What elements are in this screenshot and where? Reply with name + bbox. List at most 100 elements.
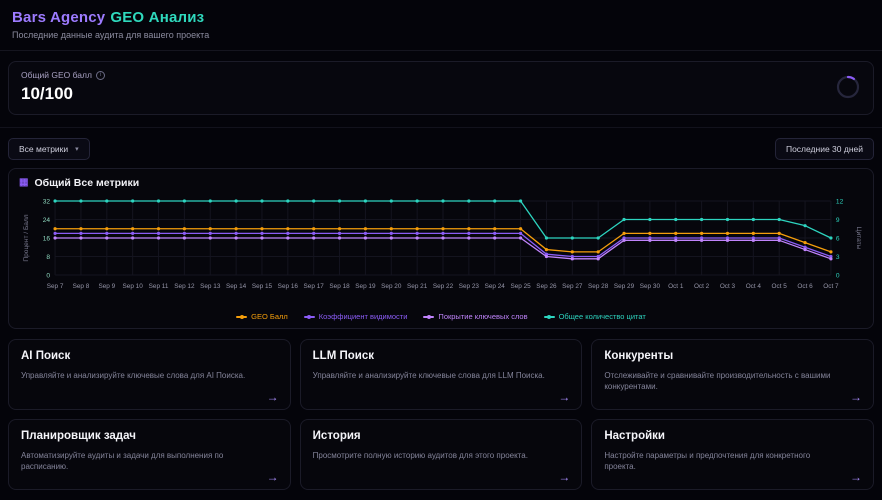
period-filter-label: Последние 30 дней — [786, 144, 863, 154]
svg-text:0: 0 — [836, 272, 840, 279]
legend-label: GEO Балл — [251, 312, 288, 321]
legend-swatch-icon — [236, 316, 247, 318]
legend-item[interactable]: Общее количество цитат — [544, 312, 646, 321]
card-history[interactable]: История Просмотрите полную историю аудит… — [300, 419, 583, 490]
legend-item[interactable]: Коэффициент видимости — [304, 312, 408, 321]
svg-text:24: 24 — [43, 217, 51, 224]
svg-text:Oct 4: Oct 4 — [746, 283, 762, 290]
card-description: Автоматизируйте аудиты и задачи для выпо… — [21, 450, 257, 472]
legend-label: Общее количество цитат — [559, 312, 646, 321]
card-task-scheduler[interactable]: Планировщик задач Автоматизируйте аудиты… — [8, 419, 291, 490]
svg-text:8: 8 — [46, 254, 50, 261]
geo-score-card: Общий GEO балл i 10/100 — [8, 61, 874, 115]
svg-text:Цитаты: Цитаты — [855, 227, 862, 250]
card-description: Управляйте и анализируйте ключевые слова… — [313, 370, 549, 381]
chart-header: ▦ Общий Все метрики — [19, 177, 863, 189]
arrow-right-icon: → — [850, 390, 862, 404]
card-title: LLM Поиск — [313, 350, 570, 362]
card-title: Планировщик задач — [21, 430, 278, 442]
svg-text:Oct 5: Oct 5 — [772, 283, 788, 290]
svg-text:Sep 12: Sep 12 — [174, 283, 195, 290]
svg-text:Sep 9: Sep 9 — [98, 283, 115, 290]
legend-label: Коэффициент видимости — [319, 312, 408, 321]
card-title: AI Поиск — [21, 350, 278, 362]
metrics-chart-card: ▦ Общий Все метрики 0 8 16 24 32 0 3 6 9 12 Sep 7 S… — [8, 168, 874, 329]
legend-label: Покрытие ключевых слов — [438, 312, 527, 321]
card-description: Настройте параметры и предпочтения для к… — [604, 450, 840, 472]
score-progress-ring-icon[interactable] — [835, 74, 861, 100]
svg-text:Oct 3: Oct 3 — [720, 283, 736, 290]
card-settings[interactable]: Настройки Настройте параметры и предпочт… — [591, 419, 874, 490]
svg-text:Sep 20: Sep 20 — [381, 283, 402, 290]
svg-text:Oct 6: Oct 6 — [797, 283, 813, 290]
card-title: История — [313, 430, 570, 442]
svg-text:9: 9 — [836, 217, 840, 224]
info-icon[interactable]: i — [96, 71, 105, 80]
section-divider — [0, 127, 882, 128]
svg-text:16: 16 — [43, 235, 51, 242]
svg-text:Oct 7: Oct 7 — [823, 283, 839, 290]
page-subtitle: Последние данные аудита для вашего проек… — [12, 30, 870, 40]
card-description: Управляйте и анализируйте ключевые слова… — [21, 370, 257, 381]
chart-legend: GEO Балл Коэффициент видимости Покрытие кл… — [19, 312, 863, 321]
svg-text:Oct 2: Oct 2 — [694, 283, 710, 290]
arrow-right-icon: → — [267, 470, 279, 484]
legend-swatch-icon — [304, 316, 315, 318]
svg-text:Sep 22: Sep 22 — [433, 283, 454, 290]
geo-score-label-row: Общий GEO балл i — [21, 70, 861, 80]
svg-text:Sep 29: Sep 29 — [614, 283, 635, 290]
card-competitors[interactable]: Конкуренты Отслеживайте и сравнивайте пр… — [591, 339, 874, 410]
svg-text:Sep 10: Sep 10 — [123, 283, 144, 290]
svg-text:6: 6 — [836, 235, 840, 242]
svg-text:Oct 1: Oct 1 — [668, 283, 684, 290]
card-ai-search[interactable]: AI Поиск Управляйте и анализируйте ключе… — [8, 339, 291, 410]
page-header: Bars AgencyGEO Анализ Последние данные а… — [0, 0, 882, 51]
card-title: Настройки — [604, 430, 861, 442]
svg-text:Sep 21: Sep 21 — [407, 283, 428, 290]
page-title: Bars AgencyGEO Анализ — [12, 9, 870, 26]
svg-text:Sep 28: Sep 28 — [588, 283, 609, 290]
card-description: Просмотрите полную историю аудитов для э… — [313, 450, 549, 461]
svg-text:Sep 30: Sep 30 — [640, 283, 661, 290]
svg-text:Sep 18: Sep 18 — [329, 283, 350, 290]
card-title: Конкуренты — [604, 350, 861, 362]
chart-controls: Все метрики ▾ Последние 30 дней — [8, 138, 874, 160]
svg-text:3: 3 — [836, 254, 840, 261]
svg-text:Sep 14: Sep 14 — [226, 283, 247, 290]
grid-icon: ▦ — [19, 178, 28, 188]
chevron-down-icon: ▾ — [75, 146, 79, 153]
svg-text:Sep 13: Sep 13 — [200, 283, 221, 290]
brand-name: Bars Agency — [12, 9, 105, 26]
geo-score-label: Общий GEO балл — [21, 70, 92, 80]
metrics-filter-label: Все метрики — [19, 144, 68, 154]
geo-score-value: 10/100 — [21, 84, 861, 104]
svg-text:12: 12 — [836, 198, 844, 205]
svg-text:0: 0 — [46, 272, 50, 279]
svg-text:Sep 25: Sep 25 — [510, 283, 531, 290]
arrow-right-icon: → — [267, 390, 279, 404]
legend-swatch-icon — [423, 316, 434, 318]
svg-text:Sep 19: Sep 19 — [355, 283, 376, 290]
svg-text:Sep 15: Sep 15 — [252, 283, 273, 290]
feature-cards-grid: AI Поиск Управляйте и анализируйте ключе… — [8, 339, 874, 490]
svg-text:32: 32 — [43, 198, 51, 205]
svg-text:Sep 27: Sep 27 — [562, 283, 583, 290]
arrow-right-icon: → — [558, 390, 570, 404]
legend-swatch-icon — [544, 316, 555, 318]
arrow-right-icon: → — [850, 470, 862, 484]
svg-text:Sep 23: Sep 23 — [459, 283, 480, 290]
svg-text:Sep 16: Sep 16 — [278, 283, 299, 290]
svg-text:Sep 26: Sep 26 — [536, 283, 557, 290]
legend-item[interactable]: Покрытие ключевых слов — [423, 312, 527, 321]
chart-title: Общий Все метрики — [34, 177, 139, 189]
card-llm-search[interactable]: LLM Поиск Управляйте и анализируйте ключ… — [300, 339, 583, 410]
svg-text:Sep 8: Sep 8 — [73, 283, 90, 290]
dashboard-page: Bars AgencyGEO Анализ Последние данные а… — [0, 0, 882, 500]
period-filter-button[interactable]: Последние 30 дней — [775, 138, 874, 160]
svg-text:Sep 17: Sep 17 — [304, 283, 325, 290]
svg-text:Sep 7: Sep 7 — [47, 283, 64, 290]
metrics-chart: 0 8 16 24 32 0 3 6 9 12 Sep 7 Sep 8 Sep 9 Sep 10 Sep 1… — [19, 193, 863, 311]
card-description: Отслеживайте и сравнивайте производитель… — [604, 370, 840, 392]
metrics-filter-dropdown[interactable]: Все метрики ▾ — [8, 138, 90, 160]
legend-item[interactable]: GEO Балл — [236, 312, 288, 321]
